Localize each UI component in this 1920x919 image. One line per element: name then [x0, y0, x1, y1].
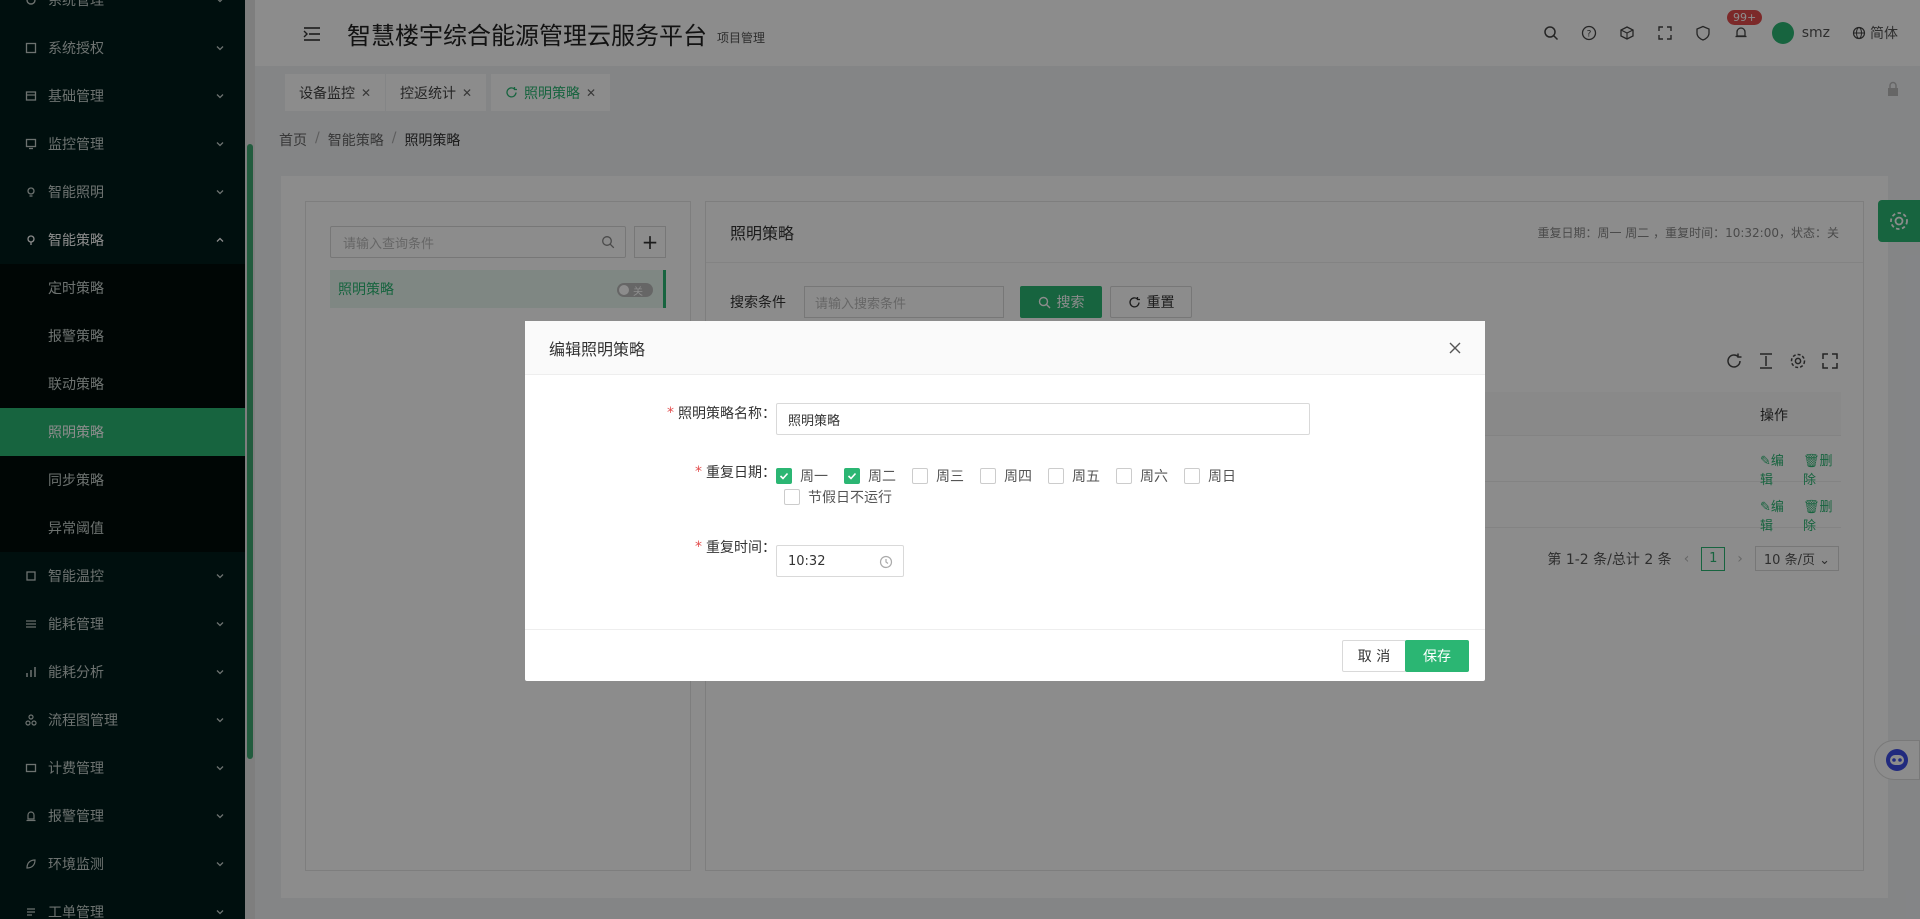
checkbox-checked-icon[interactable]: [776, 468, 792, 484]
cancel-button[interactable]: 取 消: [1342, 640, 1406, 672]
checkbox-label: 周三: [936, 469, 964, 485]
time-form-label: * 重复时间：: [695, 537, 776, 557]
checkbox-label: 周日: [1208, 469, 1236, 485]
required-mark: *: [667, 405, 674, 421]
edit-lighting-strategy-modal: 编辑照明策略 * 照明策略名称： 照明策略 * 重复日期： 周一 周二 周三 周…: [525, 321, 1485, 681]
date-label: 重复日期：: [706, 465, 776, 481]
name-label: 照明策略名称：: [678, 406, 776, 422]
checkbox-label: 周一: [800, 469, 828, 485]
close-icon[interactable]: [1445, 338, 1465, 358]
time-value: 10:32: [788, 553, 826, 569]
checkbox-label: 周五: [1072, 469, 1100, 485]
checkbox-unchecked-icon[interactable]: [784, 489, 800, 505]
checkbox-unchecked-icon[interactable]: [1048, 468, 1064, 484]
checkbox-label: 周六: [1140, 469, 1168, 485]
checkbox-thursday[interactable]: 周四: [980, 466, 1048, 486]
date-form-label: * 重复日期：: [695, 462, 776, 482]
checkbox-friday[interactable]: 周五: [1048, 466, 1116, 486]
modal-footer: 取 消 保存: [525, 629, 1485, 681]
clock-icon: [879, 555, 893, 569]
checkbox-skip-holiday[interactable]: 节假日不运行: [784, 487, 892, 507]
checkbox-monday[interactable]: 周一: [776, 466, 844, 486]
checkbox-wednesday[interactable]: 周三: [912, 466, 980, 486]
checkbox-label: 周四: [1004, 469, 1032, 485]
checkbox-unchecked-icon[interactable]: [1116, 468, 1132, 484]
checkbox-sunday[interactable]: 周日: [1184, 466, 1252, 486]
modal-header: 编辑照明策略: [525, 321, 1485, 375]
checkbox-saturday[interactable]: 周六: [1116, 466, 1184, 486]
name-form-label: * 照明策略名称：: [667, 403, 776, 423]
time-label: 重复时间：: [706, 540, 776, 556]
strategy-name-input[interactable]: 照明策略: [776, 403, 1310, 435]
required-mark: *: [695, 539, 702, 555]
save-button[interactable]: 保存: [1405, 640, 1469, 672]
strategy-name-value: 照明策略: [788, 413, 841, 429]
checkbox-checked-icon[interactable]: [844, 468, 860, 484]
checkbox-tuesday[interactable]: 周二: [844, 466, 912, 486]
repeat-time-picker[interactable]: 10:32: [776, 545, 904, 577]
modal-title: 编辑照明策略: [549, 339, 646, 359]
required-mark: *: [695, 464, 702, 480]
checkbox-label: 节假日不运行: [808, 490, 892, 506]
weekday-checkbox-group: 周一 周二 周三 周四 周五 周六 周日: [776, 466, 1252, 486]
checkbox-unchecked-icon[interactable]: [912, 468, 928, 484]
checkbox-unchecked-icon[interactable]: [1184, 468, 1200, 484]
checkbox-label: 周二: [868, 469, 896, 485]
checkbox-unchecked-icon[interactable]: [980, 468, 996, 484]
